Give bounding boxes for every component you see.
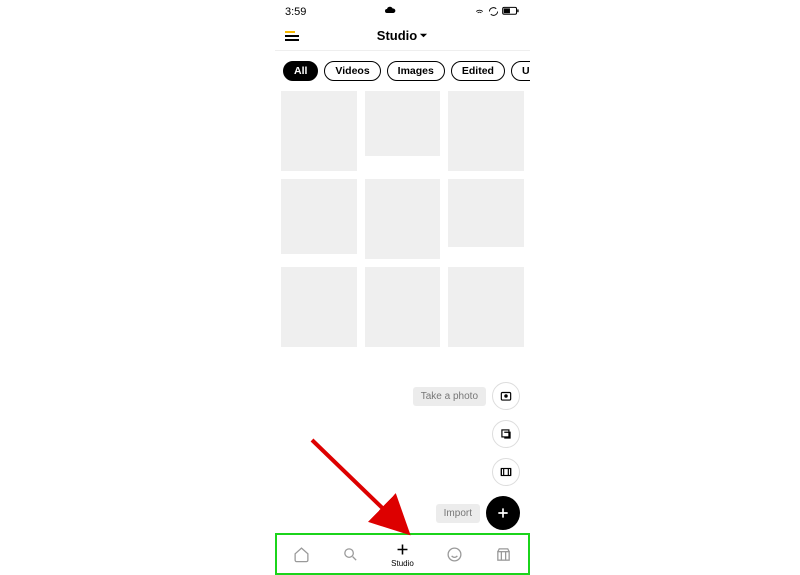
nav-studio-label: Studio	[391, 559, 414, 568]
filter-all[interactable]: All	[283, 61, 318, 81]
status-bar: 3:59	[275, 0, 530, 21]
plus-icon	[495, 505, 511, 521]
film-icon	[499, 465, 513, 479]
nav-face[interactable]	[446, 546, 463, 563]
media-thumb[interactable]	[365, 91, 441, 156]
media-thumb[interactable]	[448, 267, 524, 347]
media-thumb[interactable]	[448, 91, 524, 171]
nav-home[interactable]	[293, 546, 310, 563]
camera-icon	[499, 389, 513, 403]
search-icon	[342, 546, 359, 563]
chevron-down-icon	[419, 31, 428, 40]
layers-icon	[499, 427, 513, 441]
smile-icon	[446, 546, 463, 563]
page-title-dropdown[interactable]: Studio	[377, 28, 428, 43]
layers-button[interactable]	[492, 420, 520, 448]
home-icon	[293, 546, 310, 563]
filter-videos[interactable]: Videos	[324, 61, 380, 81]
nav-search[interactable]	[342, 546, 359, 563]
plus-icon	[394, 541, 411, 558]
cloud-icon	[384, 4, 396, 19]
battery-icon	[502, 6, 520, 17]
media-thumb[interactable]	[281, 267, 357, 347]
media-grid	[275, 91, 530, 347]
media-thumb[interactable]	[448, 179, 524, 247]
camera-button[interactable]	[492, 382, 520, 410]
phone-frame: 3:59 Studio All Videos Images Edited Unedite…	[275, 0, 530, 575]
filter-unedited[interactable]: Unedited	[511, 61, 530, 81]
video-button[interactable]	[492, 458, 520, 486]
filter-images[interactable]: Images	[387, 61, 445, 81]
take-photo-label: Take a photo	[413, 387, 486, 406]
import-fab[interactable]	[486, 496, 520, 530]
bottom-nav: Studio	[275, 533, 530, 575]
media-thumb[interactable]	[281, 179, 357, 254]
filter-row: AllVideosImagesEditedUneditedP	[275, 51, 530, 91]
nav-studio[interactable]: Studio	[391, 541, 414, 568]
import-label: Import	[436, 504, 480, 523]
wifi-icon	[474, 6, 485, 17]
nav-store[interactable]	[495, 546, 512, 563]
top-bar: Studio	[275, 21, 530, 51]
status-time: 3:59	[285, 6, 306, 18]
fab-column: Take a photo Import	[413, 382, 520, 530]
media-thumb[interactable]	[365, 179, 441, 259]
store-icon	[495, 546, 512, 563]
filter-edited[interactable]: Edited	[451, 61, 505, 81]
rotate-icon	[488, 6, 499, 17]
media-thumb[interactable]	[281, 91, 357, 171]
media-thumb[interactable]	[365, 267, 441, 347]
menu-icon[interactable]	[285, 31, 299, 41]
